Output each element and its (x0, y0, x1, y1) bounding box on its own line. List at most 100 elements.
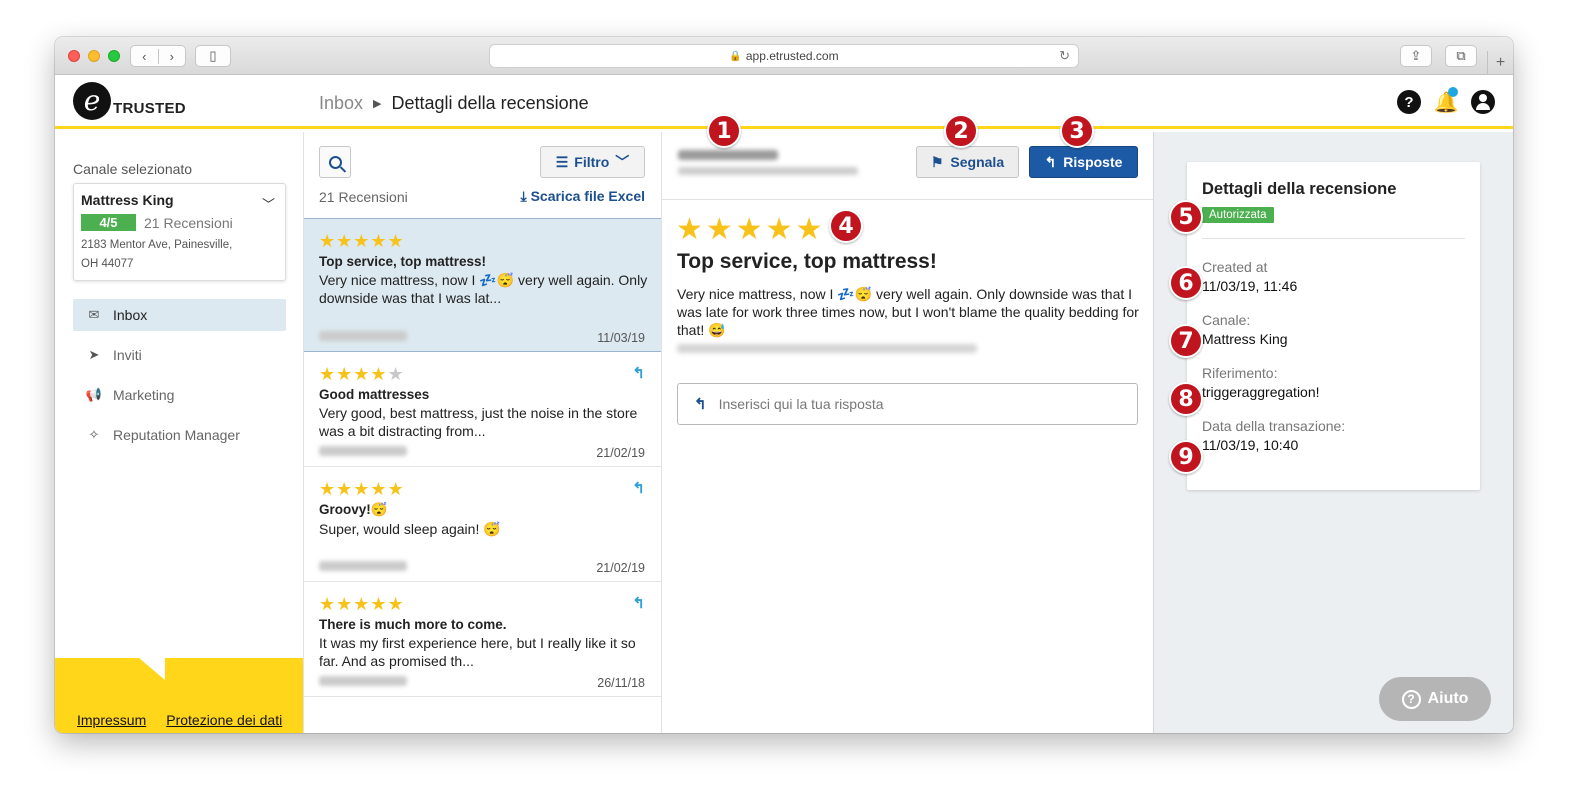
help-icon[interactable]: ? (1397, 90, 1421, 114)
list-item[interactable]: ↰ ★★★★★ Good mattresses Very good, best … (304, 352, 661, 467)
review-details-card: Dettagli della recensione Autorizzata Cr… (1187, 162, 1480, 490)
sidebar-item-reputation-manager[interactable]: ✧ Reputation Manager (73, 419, 286, 451)
browser-titlebar: ‹ › ▯ 🔒 app.etrusted.com ↻ ⇪ ⧉ + (55, 37, 1513, 75)
flag-icon: ⚑ (930, 153, 944, 170)
list-item[interactable]: ↰ ★★★★★ Groovy!😴 Super, would sleep agai… (304, 467, 661, 582)
replied-icon: ↰ (632, 480, 645, 497)
reply-arrow-icon: ↰ (1044, 153, 1057, 170)
channel-rating: 4/5 21 Recensioni (81, 214, 278, 231)
score-badge: 4/5 (81, 214, 136, 231)
review-date: 26/11/18 (597, 676, 645, 690)
inbox-icon: ✉ (88, 307, 100, 322)
minimize-window-button[interactable] (88, 50, 100, 62)
impressum-link[interactable]: Impressum (77, 712, 146, 728)
star-rating: ★★★★★ (319, 479, 405, 499)
sidebar-item-inbox[interactable]: ✉ Inbox (73, 299, 286, 331)
status-badge: Autorizzata (1202, 207, 1274, 223)
replied-icon: ↰ (632, 365, 645, 382)
review-excerpt: It was my first experience here, but I r… (319, 635, 636, 669)
detail-label: Data della transazione: (1202, 418, 1346, 434)
detail-row-transaction-date: Data della transazione: 11/03/19, 10:40 (1202, 418, 1465, 453)
review-details-panel: Dettagli della recensione Autorizzata Cr… (1154, 132, 1513, 733)
detail-value: triggeraggregation! (1202, 384, 1320, 400)
annotation-marker-2: 2 (944, 114, 978, 148)
review-excerpt: Very good, best mattress, just the noise… (319, 405, 638, 439)
annotation-marker-3: 3 (1060, 114, 1094, 148)
download-excel-link[interactable]: ⤓ Scarica file Excel (520, 188, 645, 205)
sidebar-item-inviti[interactable]: ➤ Inviti (73, 339, 286, 371)
list-item[interactable]: ↰ ★★★★★ There is much more to come. It w… (304, 582, 661, 697)
address-bar[interactable]: 🔒 app.etrusted.com ↻ (489, 44, 1079, 68)
etrusted-logo[interactable]: e TRUSTED (73, 82, 186, 120)
sidebar-toggle-icon[interactable]: ▯ (195, 45, 231, 67)
privacy-link[interactable]: Protezione dei dati (166, 712, 282, 728)
share-icon[interactable]: ⇪ (1400, 45, 1432, 67)
search-button[interactable] (319, 146, 351, 178)
logo-mark: e (73, 82, 111, 120)
breadcrumb-inbox-link[interactable]: Inbox (319, 93, 363, 114)
sidebar-item-marketing[interactable]: 📢 Marketing (73, 379, 286, 411)
star-rating: ★★★★★ (319, 364, 405, 384)
search-icon (328, 155, 342, 169)
account-avatar-icon[interactable] (1471, 90, 1495, 114)
sparkle-icon: ✧ (88, 427, 100, 442)
breadcrumb-separator-icon: ▶ (373, 98, 382, 110)
close-window-button[interactable] (68, 50, 80, 62)
blurred-author (319, 446, 407, 456)
detail-label: Canale: (1202, 312, 1251, 328)
reply-input[interactable]: ↰ Inserisci qui la tua risposta (677, 383, 1138, 425)
tabs-overview-icon[interactable]: ⧉ (1445, 45, 1477, 67)
detail-value: 11/03/19, 10:40 (1202, 437, 1299, 453)
reply-label: Risposte (1063, 154, 1123, 170)
review-title: Top service, top mattress! (319, 254, 487, 269)
sidebar-nav: ✉ Inbox ➤ Inviti 📢 Marketing ✧ Reputatio… (73, 299, 286, 459)
maximize-window-button[interactable] (108, 50, 120, 62)
blurred-author (319, 331, 407, 341)
review-detail-panel: ⚑ Segnala ↰ Risposte ★★★★★ Top service, … (662, 132, 1154, 733)
star-rating: ★★★★★ (319, 594, 405, 614)
detail-star-rating: ★★★★★ (676, 213, 826, 246)
help-button[interactable]: ? Aiuto (1379, 677, 1491, 721)
channel-label: Canale selezionato (73, 161, 193, 177)
blurred-author (319, 676, 407, 686)
detail-review-body: Very nice mattress, now I 💤😴 very well a… (677, 286, 1139, 338)
download-excel-label: Scarica file Excel (530, 188, 645, 204)
filter-lines-icon: ☰ (555, 153, 569, 170)
annotation-marker-4: 4 (829, 209, 863, 243)
reviews-count: 21 Recensioni (319, 189, 408, 205)
sidebar-item-label: Inbox (113, 307, 148, 323)
detail-row-created-at: Created at 11/03/19, 11:46 (1202, 259, 1465, 294)
review-title: There is much more to come. (319, 617, 507, 632)
chevron-down-icon[interactable]: ﹀ (262, 194, 275, 213)
list-item[interactable]: ★★★★★ Top service, top mattress! Very ni… (304, 219, 661, 352)
replied-icon: ↰ (632, 595, 645, 612)
reply-placeholder: Inserisci qui la tua risposta (718, 396, 884, 412)
browser-window: ‹ › ▯ 🔒 app.etrusted.com ↻ ⇪ ⧉ + e TRUST… (55, 37, 1513, 733)
reply-button[interactable]: ↰ Risposte (1029, 146, 1138, 178)
chevron-down-icon: ﹀ (615, 154, 630, 170)
left-sidebar: Canale selezionato Mattress King ﹀ 4/5 2… (55, 132, 304, 733)
channel-review-count: 21 Recensioni (144, 214, 233, 231)
forward-icon[interactable]: › (157, 48, 186, 64)
reload-icon[interactable]: ↻ (1059, 48, 1070, 64)
channel-selector[interactable]: Mattress King ﹀ 4/5 21 Recensioni 2183 M… (73, 183, 286, 281)
blurred-reviewer-email (678, 167, 858, 175)
flag-button[interactable]: ⚑ Segnala (916, 146, 1019, 178)
notifications-bell-icon[interactable]: 🔔 (1434, 87, 1458, 114)
filter-button[interactable]: ☰ Filtro ﹀ (540, 146, 645, 178)
new-tab-icon[interactable]: + (1487, 51, 1513, 75)
channel-name: Mattress King (81, 192, 174, 208)
review-date: 11/03/19 (597, 331, 645, 345)
review-title: Groovy!😴 (319, 502, 388, 517)
annotation-marker-5: 5 (1169, 200, 1203, 234)
review-excerpt: Super, would sleep again! 😴 (319, 521, 501, 537)
megaphone-icon: 📢 (85, 387, 103, 402)
filter-label: Filtro (574, 154, 610, 170)
detail-label: Created at (1202, 259, 1268, 275)
review-date: 21/02/19 (596, 446, 645, 460)
sidebar-item-label: Marketing (113, 387, 175, 403)
star-rating: ★★★★★ (319, 231, 405, 251)
back-icon[interactable]: ‹ (131, 49, 158, 64)
app-header: e TRUSTED Inbox ▶ Dettagli della recensi… (55, 75, 1513, 129)
download-icon: ⤓ (520, 188, 527, 204)
